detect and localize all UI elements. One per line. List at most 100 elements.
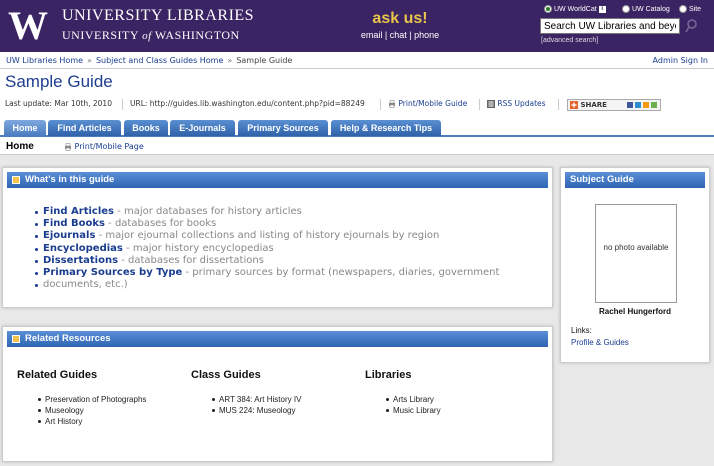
tab-find-articles[interactable]: Find Articles [48,120,121,136]
class-guides-list: ART 384: Art History IV MUS 224: Museolo… [211,394,301,416]
list-item: Find Articles - major databases for hist… [34,206,499,218]
list-item: Primary Sources by Type - primary source… [34,267,500,279]
guide-meta-row: Last update: Mar 10th, 2010 URL: http://… [5,99,710,111]
tab-help-research-tips[interactable]: Help & Research Tips [331,120,441,136]
list-item[interactable]: Museology [37,405,146,416]
printer-icon [389,100,395,108]
guide-owner-name: Rachel Hungerford [598,307,671,316]
rss-icon [487,100,495,108]
list-item: Ejournals - major ejournal collections a… [34,230,499,242]
related-resources-title: Related Resources [25,333,111,344]
list-item[interactable]: Music Library [386,405,441,416]
class-guides-heading: Class Guides [191,369,261,381]
print-mobile-page-label[interactable]: Print/Mobile Page [75,142,144,151]
scope-radio-catalog[interactable]: UW Catalog [622,5,670,17]
share-button[interactable]: SHARE [567,99,661,111]
ask-us-link[interactable]: ask us! [340,10,460,28]
rss-updates-label[interactable]: RSS Updates [497,99,545,108]
breadcrumb-item-libraries-home[interactable]: UW Libraries Home [6,56,83,65]
guide-link-desc: - major databases for history articles [114,206,302,217]
guide-link[interactable]: Dissertations [43,255,118,266]
guide-link-desc: - databases for dissertations [118,254,264,266]
breadcrumb: UW Libraries Home » Subject and Class Guid… [6,56,292,65]
links-label: Links: [571,326,592,335]
rss-updates-link[interactable]: RSS Updates [487,99,546,108]
search-input[interactable] [540,18,680,34]
university-name[interactable]: UNIVERSITY of WASHINGTON [62,28,240,43]
subject-guide-box: Subject Guide no photo available Rachel … [560,167,710,363]
radio-selected-icon[interactable] [544,5,552,13]
guide-url: URL: http://guides.lib.washington.edu/co… [130,99,365,108]
guide-link-desc: - major ejournal collections and listing… [95,230,440,242]
related-resources-box: Related Resources Related Guides Preserv… [2,326,553,462]
scope-radio-site[interactable]: Site [679,5,701,17]
search-scope-radios: UW WorldCat i UW Catalog Site [544,5,714,17]
guide-link[interactable]: Encyclopedias [43,243,123,254]
site-header: W UNIVERSITY LIBRARIES UNIVERSITY of WAS… [0,0,714,52]
guide-link-desc: - major history encyclopedias [122,242,274,254]
scope-radio-worldcat[interactable]: UW WorldCat i [544,5,606,17]
university-prefix: UNIVERSITY [62,28,139,42]
radio-icon[interactable] [622,5,630,13]
scope-label: UW Catalog [632,5,670,13]
share-label: SHARE [580,101,607,109]
guide-link[interactable]: Primary Sources by Type [43,267,182,278]
libraries-heading: Libraries [365,369,412,381]
current-page-label: Home [6,141,34,152]
advanced-search-link[interactable]: [advanced search] [541,37,598,44]
list-item[interactable]: MUS 224: Museology [211,405,301,416]
library-name[interactable]: UNIVERSITY LIBRARIES [62,7,254,25]
breadcrumb-bar: UW Libraries Home » Subject and Class Guid… [0,52,714,69]
print-mobile-page-link[interactable]: Print/Mobile Page [64,142,144,151]
related-resources-header: Related Resources [7,331,548,347]
admin-sign-in-link[interactable]: Admin Sign In [653,56,708,65]
print-mobile-guide-label[interactable]: Print/Mobile Guide [398,99,467,108]
scope-label: UW WorldCat [554,5,597,13]
divider [558,99,559,110]
uw-logo[interactable]: W [6,6,50,46]
ask-us-contact-links[interactable]: email | chat | phone [340,30,460,40]
tab-e-journals[interactable]: E-Journals [170,120,235,136]
list-item: Encyclopedias - major history encycloped… [34,242,499,255]
list-item-continuation: documents, etc.) [34,279,499,291]
list-item: Dissertations - databases for dissertati… [34,254,499,267]
breadcrumb-separator: » [87,56,92,65]
divider [479,99,480,110]
guide-link[interactable]: Ejournals [43,230,95,241]
tab-primary-sources[interactable]: Primary Sources [238,120,328,136]
guide-contents-list: Find Articles - major databases for hist… [34,206,500,291]
list-item[interactable]: Art History [37,416,146,427]
page-title: Sample Guide [5,72,113,91]
tab-home[interactable]: Home [4,120,46,136]
guide-tab-bar: Home Find Articles Books E-Journals Prim… [0,120,714,137]
profile-guides-link[interactable]: Profile & Guides [571,338,629,347]
tab-books[interactable]: Books [124,120,168,136]
guide-link-desc: - databases for books [104,218,217,230]
info-icon[interactable]: i [598,5,606,13]
search-icon[interactable] [684,18,698,34]
breadcrumb-separator: » [227,56,233,65]
list-item: Find Books - databases for books [34,218,499,230]
breadcrumb-current: Sample Guide [236,56,293,65]
divider [380,99,381,110]
list-item[interactable]: Arts Library [386,394,441,405]
whats-in-guide-title: What's in this guide [25,174,115,185]
guide-link[interactable]: Find Articles [43,206,114,217]
divider [122,99,123,110]
guide-link-desc: documents, etc.) [43,279,128,291]
related-guides-list: Preservation of Photographs Museology Ar… [37,394,146,427]
related-guides-heading: Related Guides [17,369,98,381]
scope-label: Site [689,5,702,13]
subject-guide-header: Subject Guide [565,172,705,188]
box-header-icon [12,335,20,343]
list-item[interactable]: ART 384: Art History IV [211,394,301,405]
guide-link[interactable]: Find Books [43,218,105,229]
guide-link-desc: - primary sources by format (newspapers,… [182,267,500,279]
whats-in-guide-box: What's in this guide Find Articles - maj… [2,167,553,308]
whats-in-guide-header: What's in this guide [7,172,548,188]
last-update: Last update: Mar 10th, 2010 [5,99,112,108]
print-mobile-guide-link[interactable]: Print/Mobile Guide [388,99,467,108]
breadcrumb-item-guides-home[interactable]: Subject and Class Guides Home [96,56,223,65]
list-item[interactable]: Preservation of Photographs [37,394,146,405]
radio-icon[interactable] [679,5,687,13]
